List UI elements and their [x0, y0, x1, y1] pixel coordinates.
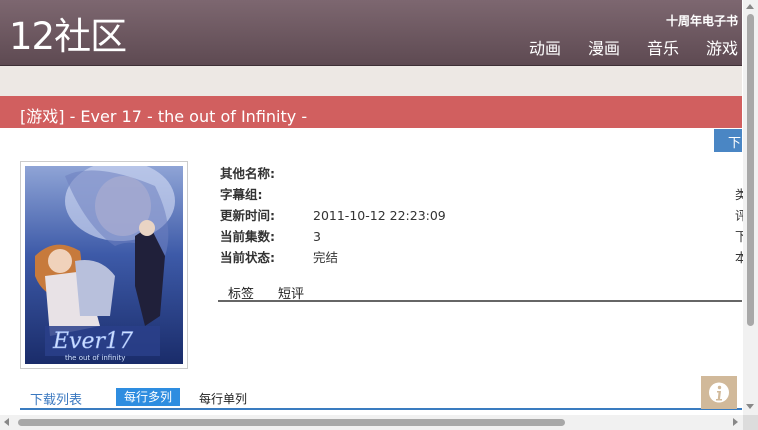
download-list-bar: 下载列表 每行多列 每行单列 — [20, 387, 742, 410]
download-list-title[interactable]: 下载列表 — [30, 389, 82, 408]
scroll-up-arrow-icon[interactable] — [746, 4, 754, 9]
detail-label: 当前状态: — [220, 250, 275, 265]
detail-label: 字幕组: — [220, 187, 263, 202]
cover-image-frame: Ever17 the out of infinity — [20, 161, 188, 369]
svg-text:the out of infinity: the out of infinity — [65, 354, 125, 362]
scroll-right-arrow-icon[interactable] — [733, 418, 738, 426]
info-icon — [709, 382, 729, 403]
detail-label: 当前集数: — [220, 229, 275, 244]
scroll-left-arrow-icon[interactable] — [4, 418, 9, 426]
nav-item-manga[interactable]: 漫画 — [588, 38, 620, 60]
vertical-scroll-thumb[interactable] — [747, 14, 754, 326]
detail-row-other-names: 其他名称: — [220, 163, 750, 184]
horizontal-scrollbar[interactable] — [0, 415, 743, 430]
tab-tags[interactable]: 标签 — [228, 283, 254, 302]
tab-short-reviews[interactable]: 短评 — [278, 283, 304, 302]
nav-item-music[interactable]: 音乐 — [647, 38, 679, 60]
sub-header-band — [0, 66, 742, 96]
page-title-bar: [游戏] - Ever 17 - the out of Infinity - — [0, 96, 742, 128]
detail-row-episode-count: 当前集数: 3 下 — [220, 226, 750, 247]
site-logo[interactable]: 12社区 — [9, 15, 127, 59]
multi-column-mode-button[interactable]: 每行多列 — [116, 388, 181, 406]
site-header: 12社区 十周年电子书 动画 漫画 音乐 游戏 — [0, 0, 742, 66]
horizontal-scroll-thumb[interactable] — [18, 419, 565, 426]
scrollbar-corner — [743, 415, 758, 430]
detail-row-status: 当前状态: 完结 本 — [220, 247, 750, 268]
scroll-down-arrow-icon[interactable] — [746, 404, 754, 409]
detail-value: 2011-10-12 22:23:09 — [313, 208, 446, 223]
nav-item-anime[interactable]: 动画 — [529, 38, 561, 60]
single-column-mode-button[interactable]: 每行单列 — [199, 390, 247, 407]
detail-label: 其他名称: — [220, 166, 275, 181]
download-tab-button[interactable]: 下 — [714, 129, 742, 152]
nav-item-games[interactable]: 游戏 — [706, 38, 738, 60]
info-button[interactable] — [701, 376, 737, 409]
detail-value: 完结 — [313, 250, 339, 265]
details-panel: 其他名称: 字幕组: 类 更新时间: 2011-10-12 22:23:09 评… — [220, 163, 750, 268]
detail-row-update-time: 更新时间: 2011-10-12 22:23:09 评 — [220, 205, 750, 226]
main-nav: 动画 漫画 音乐 游戏 — [502, 38, 738, 60]
detail-subtabs: 标签 短评 — [218, 280, 742, 302]
detail-label: 更新时间: — [220, 208, 275, 223]
anniversary-ebook-link[interactable]: 十周年电子书 — [666, 12, 738, 29]
page-title: [游戏] - Ever 17 - the out of Infinity - — [20, 107, 308, 126]
detail-value: 3 — [313, 229, 321, 244]
cover-image: Ever17 the out of infinity — [25, 166, 183, 364]
detail-row-subtitle-group: 字幕组: 类 — [220, 184, 750, 205]
vertical-scrollbar[interactable] — [743, 0, 758, 415]
svg-text:Ever17: Ever17 — [52, 329, 133, 354]
